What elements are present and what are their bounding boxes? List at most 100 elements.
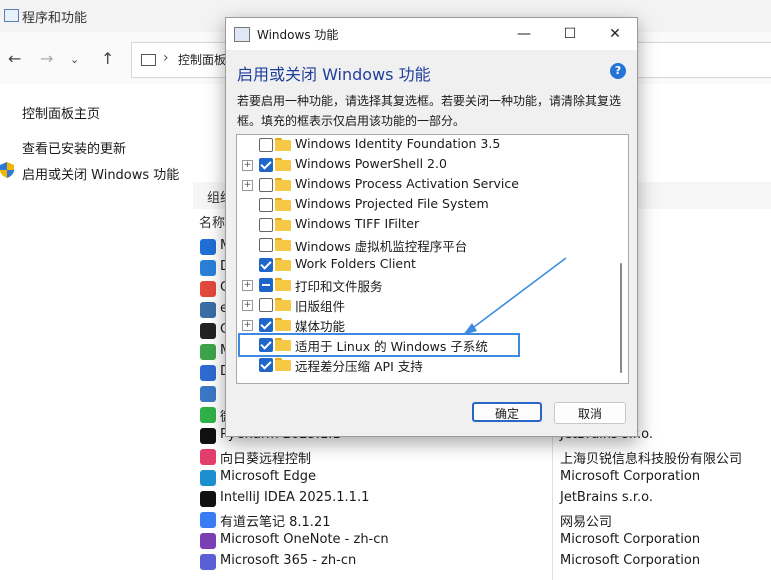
view-installed-updates-link[interactable]: 查看已安装的更新 — [22, 138, 126, 157]
back-arrow-icon[interactable]: ← — [8, 49, 21, 68]
program-publisher: Microsoft Corporation — [560, 553, 701, 568]
expand-plus-icon[interactable]: + — [242, 300, 253, 311]
program-icon — [200, 449, 216, 465]
dialog-description: 若要启用一种功能，请选择其复选框。若要关闭一种功能，请清除其复选框。填充的框表示… — [237, 94, 622, 128]
cancel-button[interactable]: 取消 — [554, 402, 626, 424]
feature-label: 旧版组件 — [295, 299, 346, 314]
feature-checkbox[interactable] — [259, 218, 273, 232]
feature-row[interactable]: + 打印和文件服务 — [237, 275, 612, 295]
folder-icon — [275, 278, 291, 291]
program-publisher: 网易公司 — [560, 515, 613, 530]
program-row[interactable]: Microsoft OneNote - zh-cn Microsoft Corpo… — [200, 531, 771, 552]
chevron-right-icon[interactable]: › — [163, 50, 169, 66]
folder-icon — [275, 298, 291, 311]
program-icon — [200, 533, 216, 549]
feature-row[interactable]: Windows 虚拟机监控程序平台 — [237, 235, 612, 255]
program-publisher: Microsoft Corporation — [560, 469, 701, 484]
feature-label: Windows Projected File System — [295, 196, 489, 211]
feature-label: Windows TIFF IFilter — [295, 216, 420, 231]
dialog-titlebar: Windows 功能 — ☐ ✕ — [226, 18, 637, 50]
feature-label: 远程差分压缩 API 支持 — [295, 359, 423, 374]
folder-icon — [141, 54, 156, 66]
dialog-heading: 启用或关闭 Windows 功能 — [237, 65, 431, 84]
maximize-button[interactable]: ☐ — [556, 23, 584, 45]
features-tree[interactable]: Windows Identity Foundation 3.5 + Windows … — [236, 134, 629, 384]
program-publisher: 上海贝锐信息科技股份有限公司 — [560, 452, 743, 467]
minimize-button[interactable]: — — [510, 23, 538, 45]
close-button[interactable]: ✕ — [601, 23, 629, 45]
program-icon — [200, 302, 216, 318]
program-row[interactable]: IntelliJ IDEA 2025.1.1.1 JetBrains s.r.o. — [200, 489, 771, 510]
feature-row[interactable]: + 旧版组件 — [237, 295, 612, 315]
bg-window-title: 程序和功能 — [22, 11, 88, 26]
feature-checkbox[interactable] — [259, 178, 273, 192]
folder-icon — [275, 138, 291, 151]
feature-checkbox[interactable] — [259, 158, 273, 172]
folder-icon — [275, 238, 291, 251]
program-row[interactable]: Microsoft 365 - zh-cn Microsoft Corporati… — [200, 552, 771, 573]
windows-features-icon — [234, 27, 250, 42]
program-icon — [200, 512, 216, 528]
program-icon — [200, 323, 216, 339]
control-panel-home-link[interactable]: 控制面板主页 — [22, 103, 100, 122]
expand-plus-icon[interactable]: + — [242, 180, 253, 191]
feature-checkbox[interactable] — [259, 318, 273, 332]
folder-icon — [275, 198, 291, 211]
feature-checkbox[interactable] — [259, 238, 273, 252]
feature-row[interactable]: Windows Identity Foundation 3.5 — [237, 135, 612, 155]
program-icon — [200, 386, 216, 402]
program-row[interactable]: Microsoft Edge Microsoft Corporation — [200, 468, 771, 489]
up-arrow-icon[interactable]: ↑ — [101, 49, 114, 68]
turn-windows-features-link[interactable]: 启用或关闭 Windows 功能 — [22, 164, 179, 183]
feature-label: Windows PowerShell 2.0 — [295, 156, 447, 171]
feature-checkbox[interactable] — [259, 358, 273, 372]
program-row[interactable]: 有道云笔记 8.1.21 网易公司 — [200, 510, 771, 531]
help-icon[interactable]: ? — [610, 63, 626, 79]
program-name: 有道云笔记 8.1.21 — [220, 515, 331, 530]
feature-checkbox[interactable] — [259, 278, 273, 292]
dialog-title: Windows 功能 — [257, 28, 339, 42]
feature-checkbox[interactable] — [259, 198, 273, 212]
program-name: IntelliJ IDEA 2025.1.1.1 — [220, 490, 370, 505]
feature-row[interactable]: Windows TIFF IFilter — [237, 215, 612, 235]
program-name: Microsoft 365 - zh-cn — [220, 553, 357, 568]
feature-row[interactable]: + Windows Process Activation Service — [237, 175, 612, 195]
column-header-name[interactable]: 名称 — [199, 212, 225, 231]
feature-row[interactable]: 远程差分压缩 API 支持 — [237, 355, 612, 375]
program-row[interactable]: 向日葵远程控制 上海贝锐信息科技股份有限公司 — [200, 447, 771, 468]
breadcrumb[interactable]: 控制面板 — [178, 51, 226, 68]
chevron-down-icon[interactable]: ⌄ — [70, 53, 79, 66]
feature-checkbox[interactable] — [259, 258, 273, 272]
feature-checkbox[interactable] — [259, 298, 273, 312]
vertical-scrollbar[interactable] — [620, 263, 622, 373]
program-icon — [200, 260, 216, 276]
expand-plus-icon[interactable]: + — [242, 160, 253, 171]
ok-button[interactable]: 确定 — [472, 402, 542, 422]
feature-label: Windows Process Activation Service — [295, 176, 519, 191]
program-icon — [200, 470, 216, 486]
folder-icon — [275, 218, 291, 231]
program-publisher: Microsoft Corporation — [560, 532, 701, 547]
feature-row[interactable]: + Windows PowerShell 2.0 — [237, 155, 612, 175]
expand-plus-icon[interactable]: + — [242, 280, 253, 291]
feature-row[interactable]: Windows Projected File System — [237, 195, 612, 215]
program-icon — [200, 281, 216, 297]
program-name: Microsoft Edge — [220, 469, 317, 484]
expand-plus-icon[interactable]: + — [242, 320, 253, 331]
folder-icon — [275, 158, 291, 171]
feature-label: Work Folders Client — [295, 256, 416, 271]
program-icon — [200, 554, 216, 570]
program-name: Microsoft OneNote - zh-cn — [220, 532, 389, 547]
feature-checkbox[interactable] — [259, 138, 273, 152]
program-name: 向日葵远程控制 — [220, 452, 312, 467]
folder-icon — [275, 258, 291, 271]
folder-icon — [275, 178, 291, 191]
folder-icon — [275, 318, 291, 331]
program-icon — [200, 407, 216, 423]
program-publisher: JetBrains s.r.o. — [560, 490, 653, 505]
feature-row[interactable]: + 媒体功能 — [237, 315, 612, 335]
feature-row[interactable]: Work Folders Client — [237, 255, 612, 275]
forward-arrow-icon[interactable]: → — [40, 49, 53, 68]
program-icon — [200, 365, 216, 381]
windows-features-dialog: Windows 功能 — ☐ ✕ 启用或关闭 Windows 功能 ? 若要启用… — [225, 17, 638, 437]
